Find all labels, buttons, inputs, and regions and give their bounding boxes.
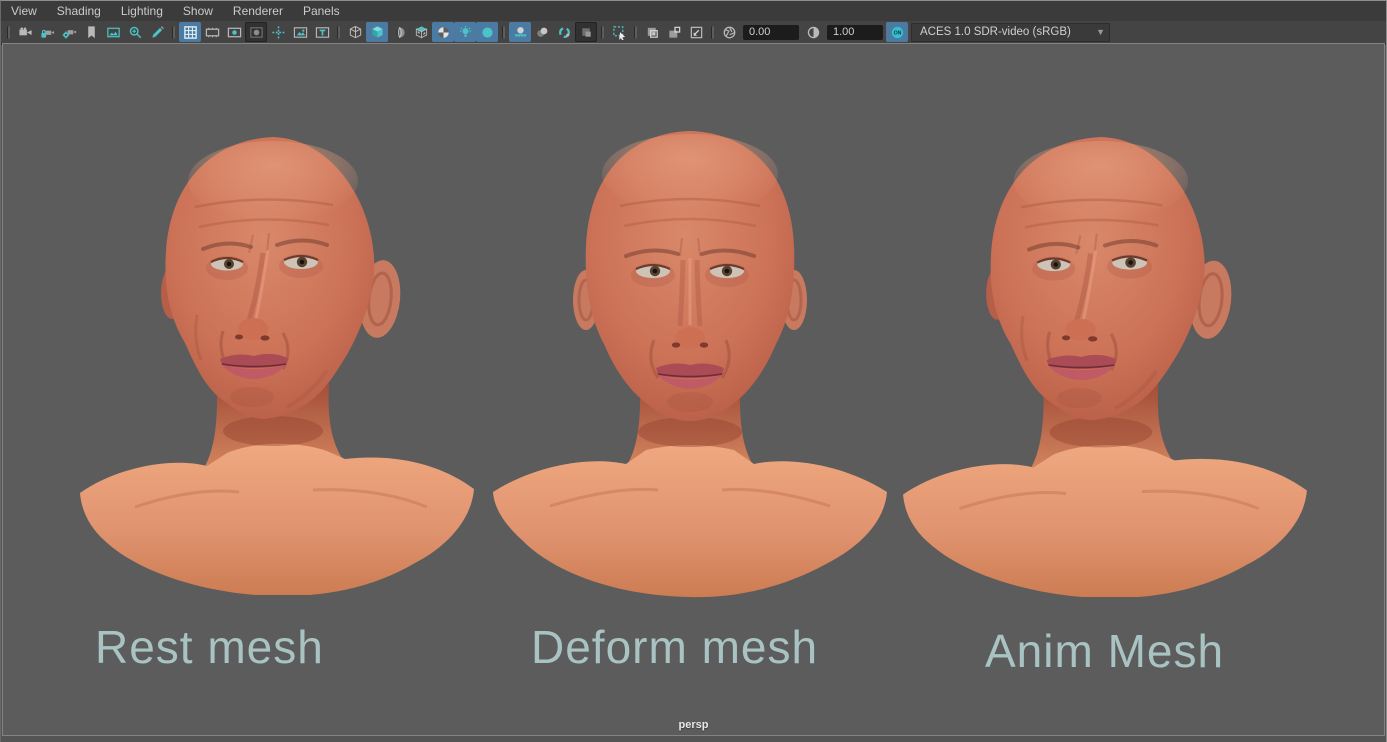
safe-title-button[interactable]: [311, 22, 333, 42]
use-default-material-button[interactable]: [432, 22, 454, 42]
menu-view[interactable]: View: [11, 4, 37, 18]
lock-camera-button[interactable]: [36, 22, 58, 42]
rest-mesh-model[interactable]: [77, 135, 477, 595]
gamma-button[interactable]: [802, 22, 824, 42]
textured-button[interactable]: [410, 22, 432, 42]
camera-lock-icon: [40, 25, 55, 40]
camera-icon: [18, 25, 33, 40]
toolbar-separator: [711, 26, 714, 39]
viewport[interactable]: Rest mesh Deform mesh Anim Mesh persp: [2, 43, 1385, 736]
exposure-button[interactable]: [718, 22, 740, 42]
anti-aliasing-button[interactable]: [553, 22, 575, 42]
diagonal-arrow-icon: [689, 25, 704, 40]
safe-title-icon: [315, 25, 330, 40]
camera-gear-icon: [62, 25, 77, 40]
bookmark-icon: [84, 25, 99, 40]
shaded-cube-icon: [370, 25, 385, 40]
resolution-gate-icon: [227, 25, 242, 40]
safe-action-icon: [293, 25, 308, 40]
film-gate-button[interactable]: [201, 22, 223, 42]
field-chart-button[interactable]: [267, 22, 289, 42]
motion-blur-icon: [535, 25, 550, 40]
overlap-squares-icon: [667, 25, 682, 40]
deform-mesh-label: Deform mesh: [531, 620, 818, 674]
menu-show[interactable]: Show: [183, 4, 213, 18]
toolbar-separator: [7, 26, 10, 39]
toolbar-separator: [502, 26, 505, 39]
maya-viewport-window: View Shading Lighting Show Renderer Pane…: [0, 0, 1387, 742]
gate-mask-button[interactable]: [245, 22, 267, 42]
chevron-down-icon: ▼: [1096, 27, 1105, 37]
view-transform-on-icon: ON: [890, 25, 905, 40]
gamma-input[interactable]: 1.00: [827, 25, 883, 40]
smooth-shade-all-button[interactable]: [366, 22, 388, 42]
multisample-icon: [579, 25, 594, 40]
light-bulb-icon: [458, 25, 473, 40]
view-transform-toggle[interactable]: ON: [886, 22, 908, 42]
menu-shading[interactable]: Shading: [57, 4, 101, 18]
bookmarks-button[interactable]: [80, 22, 102, 42]
lighting-button[interactable]: [454, 22, 476, 42]
rest-mesh-label: Rest mesh: [95, 620, 324, 674]
film-gate-icon: [205, 25, 220, 40]
multisampling-button[interactable]: [575, 22, 597, 42]
camera-name-label: persp: [3, 719, 1384, 731]
isolate-select-icon: [612, 25, 627, 40]
overlap-panes-button[interactable]: [663, 22, 685, 42]
pan-zoom-icon: [128, 25, 143, 40]
safe-action-button[interactable]: [289, 22, 311, 42]
gamma-contrast-icon: [806, 25, 821, 40]
panel-toolbar: 0.00 1.00 ON ACES 1.0 SDR-video (sRGB) ▼: [1, 21, 1386, 45]
wireframe-cube-icon: [348, 25, 363, 40]
field-chart-icon: [271, 25, 286, 40]
grid-icon: [183, 25, 198, 40]
panel-menubar: View Shading Lighting Show Renderer Pane…: [1, 1, 1386, 21]
anim-mesh-model[interactable]: [900, 135, 1310, 597]
image-plane-button[interactable]: [102, 22, 124, 42]
checker-sphere-icon: [436, 25, 451, 40]
wireframe-button[interactable]: [344, 22, 366, 42]
toolbar-separator: [601, 26, 604, 39]
image-plane-icon: [106, 25, 121, 40]
gate-mask-icon: [249, 25, 264, 40]
shadows-button[interactable]: [476, 22, 498, 42]
motion-blur-button[interactable]: [531, 22, 553, 42]
toolbar-separator: [337, 26, 340, 39]
resolution-gate-button[interactable]: [223, 22, 245, 42]
isolate-select-button[interactable]: [608, 22, 630, 42]
anim-mesh-label: Anim Mesh: [985, 624, 1224, 678]
ssao-button[interactable]: [509, 22, 531, 42]
textured-cube-icon: [414, 25, 429, 40]
anti-aliasing-icon: [557, 25, 572, 40]
menu-renderer[interactable]: Renderer: [233, 4, 283, 18]
layered-squares-icon: [645, 25, 660, 40]
layered-panes-button[interactable]: [641, 22, 663, 42]
toolbar-separator: [172, 26, 175, 39]
grid-button[interactable]: [179, 22, 201, 42]
pencil-icon: [150, 25, 165, 40]
grease-pencil-button[interactable]: [146, 22, 168, 42]
menu-lighting[interactable]: Lighting: [121, 4, 163, 18]
svg-text:ON: ON: [893, 30, 901, 36]
restore-pane-button[interactable]: [685, 22, 707, 42]
exposure-aperture-icon: [722, 25, 737, 40]
camera-attributes-button[interactable]: [58, 22, 80, 42]
wireframe-on-shaded-icon: [392, 25, 407, 40]
toolbar-separator: [634, 26, 637, 39]
ambient-occlusion-icon: [513, 25, 528, 40]
exposure-input[interactable]: 0.00: [743, 25, 799, 40]
shadow-sphere-icon: [480, 25, 495, 40]
wireframe-on-shaded-button[interactable]: [388, 22, 410, 42]
color-space-label: ACES 1.0 SDR-video (sRGB): [920, 26, 1082, 38]
pan-zoom-2d-button[interactable]: [124, 22, 146, 42]
color-space-dropdown[interactable]: ACES 1.0 SDR-video (sRGB) ▼: [911, 23, 1110, 42]
deform-mesh-model[interactable]: [490, 130, 890, 600]
menu-panels[interactable]: Panels: [303, 4, 340, 18]
select-camera-button[interactable]: [14, 22, 36, 42]
